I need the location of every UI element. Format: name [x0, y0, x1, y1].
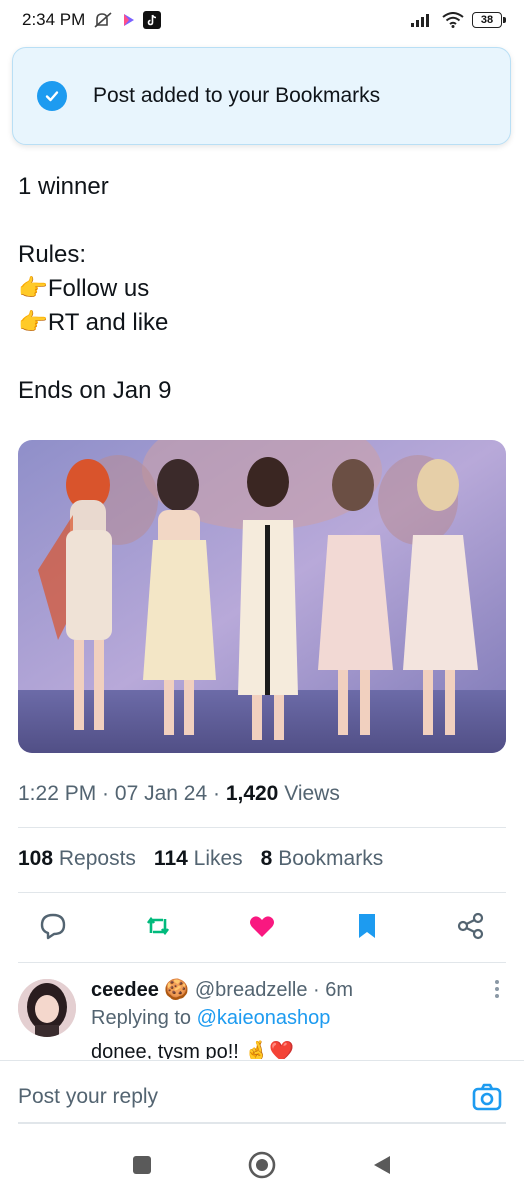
status-left: 2:34 PM — [22, 10, 162, 30]
likes-stat[interactable]: 114 Likes — [154, 847, 243, 871]
status-bar: 2:34 PM 38 — [0, 0, 524, 40]
post-meta: 1:22 PM · 07 Jan 24 · 1,420 Views — [18, 782, 340, 805]
wifi-icon — [442, 12, 464, 28]
toast-message: Post added to your Bookmarks — [93, 84, 381, 107]
comment-icon[interactable] — [38, 911, 68, 946]
post-photo[interactable] — [18, 440, 506, 753]
replying-to: Replying to @kaieonashop — [91, 1007, 331, 1029]
divider — [18, 892, 506, 893]
post-line-winner: 1 winner — [18, 173, 109, 200]
post-actions — [18, 905, 506, 951]
recents-square-icon[interactable] — [131, 1154, 153, 1181]
reposts-stat[interactable]: 108 Reposts — [18, 847, 136, 871]
mute-icon — [93, 11, 115, 29]
cookie-emoji: 🍪 — [164, 979, 190, 1001]
reply-time: · 6m — [307, 979, 354, 1001]
share-icon[interactable] — [456, 911, 486, 946]
post-ends: Ends on Jan 9 — [18, 377, 172, 404]
reply-author-handle[interactable]: @breadzelle — [195, 979, 308, 1001]
reply-author-name[interactable]: ceedee — [91, 979, 159, 1001]
post-rules-title: Rules: — [18, 241, 87, 268]
more-options-icon[interactable] — [494, 979, 500, 999]
status-time: 2:34 PM — [22, 10, 86, 29]
battery-icon: 38 — [472, 12, 506, 28]
reply-header: ceedee 🍪 @breadzelle · 6m — [91, 977, 353, 1002]
post-body: 1 winner Rules: 👉Follow us 👉RT and like … — [18, 170, 508, 408]
views-count: 1,420 — [225, 782, 279, 805]
avatar[interactable] — [18, 979, 76, 1037]
views-label: Views — [278, 782, 340, 805]
home-circle-icon[interactable] — [247, 1150, 277, 1185]
replying-to-handle[interactable]: @kaieonashop — [197, 1007, 331, 1029]
bookmark-icon[interactable] — [352, 911, 382, 946]
reply-body: donee, tysm po!! 🤞❤️ — [91, 1041, 295, 1059]
reply-item[interactable]: ceedee 🍪 @breadzelle · 6m Replying to @k… — [18, 977, 506, 1059]
checkmark-icon — [37, 81, 67, 111]
bookmark-toast[interactable]: Post added to your Bookmarks — [12, 47, 511, 145]
pointing-hand-emoji: 👉 — [18, 275, 48, 302]
heart-icon[interactable] — [247, 911, 277, 946]
divider — [18, 827, 506, 828]
post-time: 1:22 PM — [18, 782, 97, 805]
reply-input[interactable] — [18, 1085, 438, 1109]
camera-icon[interactable] — [472, 1083, 502, 1116]
post-stats: 108 Reposts 114 Likes 8 Bookmarks — [18, 847, 383, 871]
post-rule-2: 👉RT and like — [18, 309, 169, 336]
system-nav-bar — [0, 1135, 524, 1200]
bookmarks-stat[interactable]: 8 Bookmarks — [261, 847, 384, 871]
post-date: 07 Jan 24 — [114, 782, 208, 805]
back-triangle-icon[interactable] — [371, 1154, 393, 1181]
play-store-icon — [123, 13, 135, 27]
status-right: 38 — [410, 12, 506, 28]
tiktok-icon — [143, 11, 162, 29]
divider — [18, 962, 506, 963]
pointing-hand-emoji: 👉 — [18, 309, 48, 336]
divider — [18, 1122, 506, 1124]
repost-icon[interactable] — [143, 911, 173, 946]
signal-icon — [410, 12, 434, 28]
post-rule-1: 👉Follow us — [18, 275, 150, 302]
